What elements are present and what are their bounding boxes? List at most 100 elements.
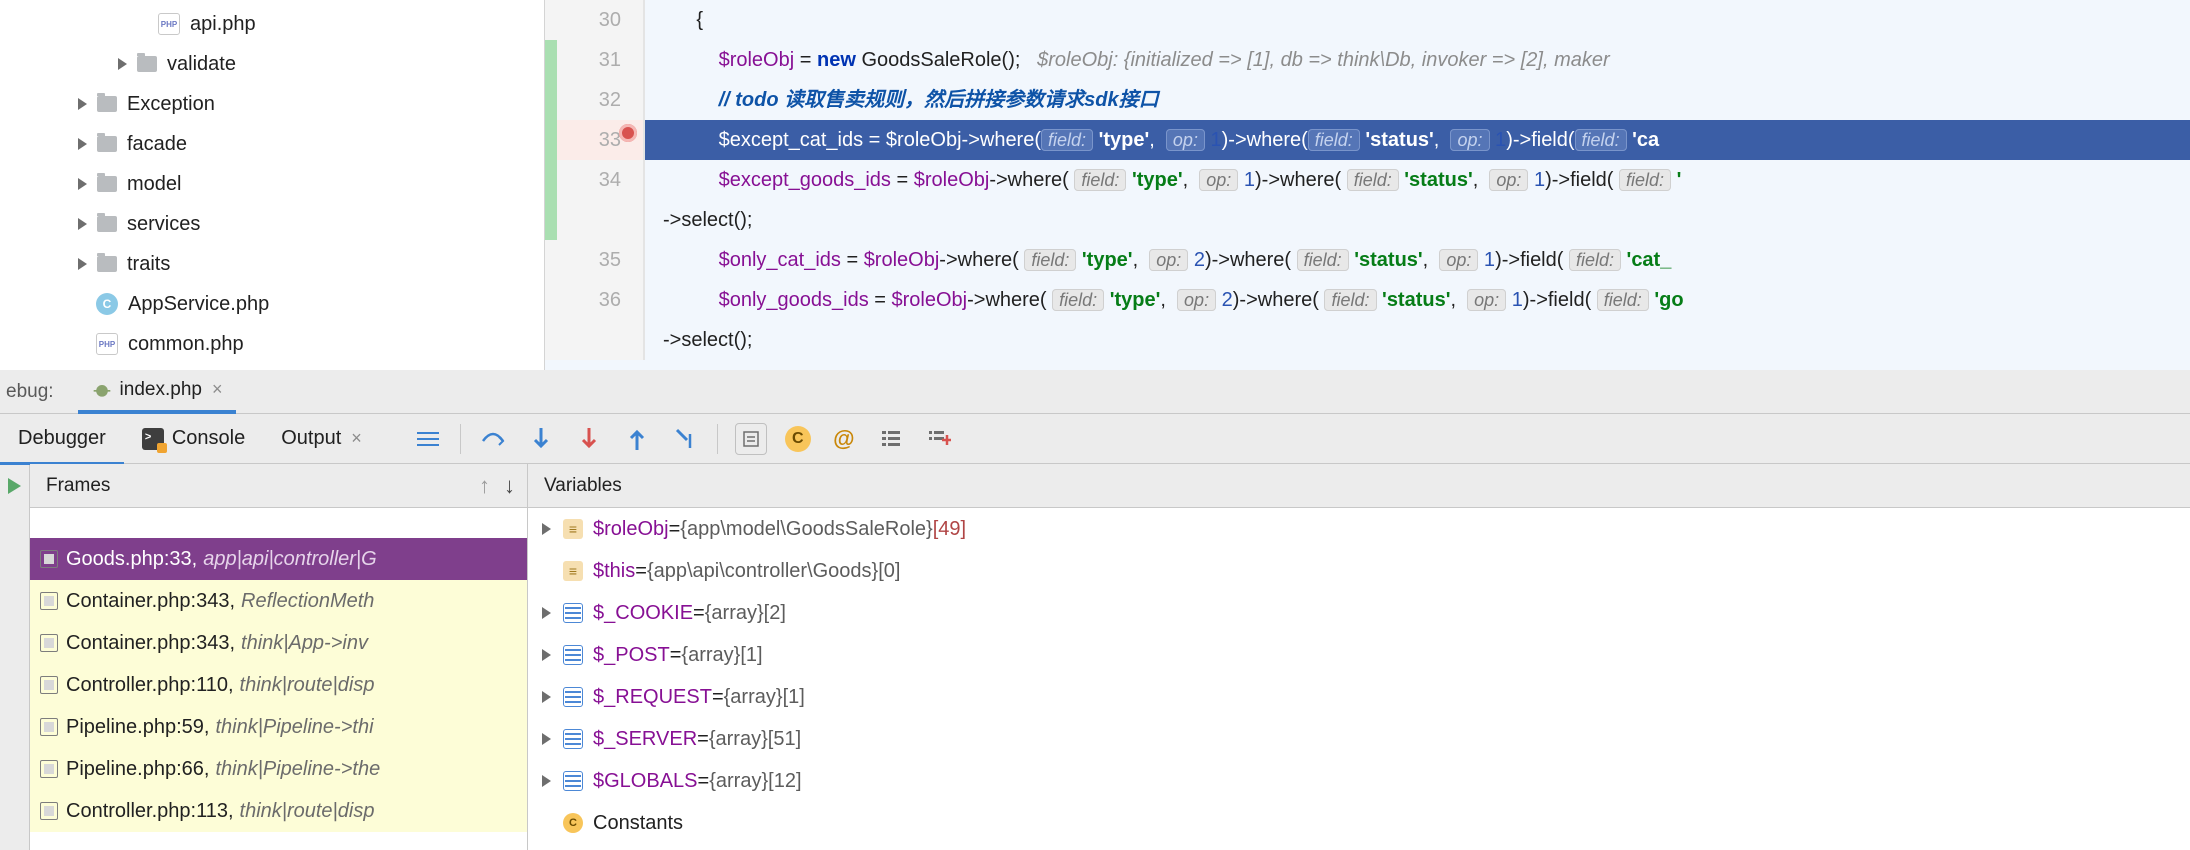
array-icon [563,603,583,623]
left-gutter [0,464,30,850]
console-icon [142,428,164,450]
tree-folder-facade[interactable]: facade [0,124,544,164]
frame-icon [40,550,58,568]
array-icon [563,645,583,665]
frames-panel: Frames ↑↓ Goods.php:33,app|api|controlle… [30,464,528,850]
folder-icon [97,176,117,192]
var-row[interactable]: $_POST = {array} [1] [528,634,2190,676]
tree-label: model [127,173,181,196]
var-row[interactable]: $GLOBALS = {array} [12] [528,760,2190,802]
line-number: 32 [545,80,645,120]
frame-row[interactable]: Controller.php:113,think|route|disp [30,790,527,832]
tree-folder-services[interactable]: services [0,204,544,244]
frame-row[interactable]: Pipeline.php:66,think|Pipeline->the [30,748,527,790]
tree-file-api-php[interactable]: PHP api.php [0,4,544,44]
line-number-breakpoint[interactable]: 33 [545,120,645,160]
chevron-right-icon [542,649,551,661]
force-step-into-icon[interactable] [574,424,604,454]
debug-toolbar: Debugger Console Output× C @ [0,414,2190,464]
php-icon: PHP [158,13,180,35]
layout-icon[interactable] [413,424,443,454]
separator [460,424,461,454]
tree-label: AppService.php [128,293,269,316]
close-icon[interactable]: × [212,379,223,400]
trace-icon[interactable]: @ [829,424,859,454]
tree-label: facade [127,133,187,156]
tree-folder-validate[interactable]: validate [0,44,544,84]
folder-icon [97,96,117,112]
resume-icon[interactable] [8,478,21,494]
run-to-cursor-icon[interactable] [670,424,700,454]
tree-label: common.php [128,333,244,356]
tab-label: index.php [120,379,202,401]
chevron-right-icon [78,98,87,110]
step-out-icon[interactable] [622,424,652,454]
line-number: 30 [545,0,645,40]
frame-icon [40,592,58,610]
tree-file-common[interactable]: PHP common.php [0,324,544,364]
toolbar-tab-console[interactable]: Console [124,414,263,464]
evaluate-icon[interactable] [735,423,767,455]
toolbar-tab-debugger[interactable]: Debugger [0,414,124,464]
constant-icon: C [563,813,583,833]
frame-down-icon[interactable]: ↓ [504,473,515,499]
line-number: 35 [545,240,645,280]
array-icon [563,687,583,707]
toolbar-tab-output[interactable]: Output× [263,414,380,464]
frame-row[interactable]: Controller.php:110,think|route|disp [30,664,527,706]
folder-icon [97,216,117,232]
chevron-right-icon [78,218,87,230]
chevron-right-icon [78,178,87,190]
frames-header: Frames ↑↓ [30,464,527,508]
line-number: 36 [545,280,645,360]
tab-index-php[interactable]: index.php × [78,370,237,414]
chevron-right-icon [542,733,551,745]
add-watch-icon[interactable] [925,424,955,454]
array-icon [563,729,583,749]
step-over-icon[interactable] [478,424,508,454]
tree-file-appservice[interactable]: C AppService.php [0,284,544,324]
bug-icon [92,380,112,400]
frame-icon [40,718,58,736]
step-into-icon[interactable] [526,424,556,454]
code-editor[interactable]: 30 { 31 $roleObj = new GoodsSaleRole(); … [545,0,2190,370]
close-icon[interactable]: × [351,428,362,449]
tree-folder-traits[interactable]: traits [0,244,544,284]
quick-evaluate-icon[interactable]: C [785,426,811,452]
var-row[interactable]: CConstants [528,802,2190,844]
debug-tabs: ebug: index.php × [0,370,2190,414]
tree-label: Exception [127,93,215,116]
chevron-right-icon [78,138,87,150]
object-icon [563,519,583,539]
tree-label: services [127,213,200,236]
var-row[interactable]: $_REQUEST = {array} [1] [528,676,2190,718]
var-row[interactable]: $this = {app\api\controller\Goods} [0] [528,550,2190,592]
tree-folder-model[interactable]: model [0,164,544,204]
var-row[interactable]: $_COOKIE = {array} [2] [528,592,2190,634]
var-row[interactable]: $_SERVER = {array} [51] [528,718,2190,760]
object-icon [563,561,583,581]
folder-icon [97,136,117,152]
chevron-right-icon [78,258,87,270]
frame-up-icon[interactable]: ↑ [479,473,490,499]
frame-icon [40,634,58,652]
chevron-right-icon [542,691,551,703]
watches-icon[interactable] [877,424,907,454]
frame-row[interactable]: Goods.php:33,app|api|controller|G [30,538,527,580]
frame-row[interactable]: Container.php:343,think|App->inv [30,622,527,664]
array-icon [563,771,583,791]
variables-panel: Variables $roleObj = {app\model\GoodsSal… [528,464,2190,850]
frame-icon [40,760,58,778]
debug-label: ebug: [6,381,54,403]
frame-row[interactable]: Container.php:343,ReflectionMeth [30,580,527,622]
var-row[interactable]: $roleObj = {app\model\GoodsSaleRole} [49… [528,508,2190,550]
active-code-line: $except_cat_ids = $roleObj->where(field:… [645,120,2190,160]
tree-folder-exception[interactable]: Exception [0,84,544,124]
php-icon: PHP [96,333,118,355]
tree-label: traits [127,253,170,276]
project-tree: PHP api.php validate Exception facade mo… [0,0,545,370]
frame-icon [40,802,58,820]
frame-row[interactable]: Pipeline.php:59,think|Pipeline->thi [30,706,527,748]
tree-label: api.php [190,13,256,36]
frame-icon [40,676,58,694]
